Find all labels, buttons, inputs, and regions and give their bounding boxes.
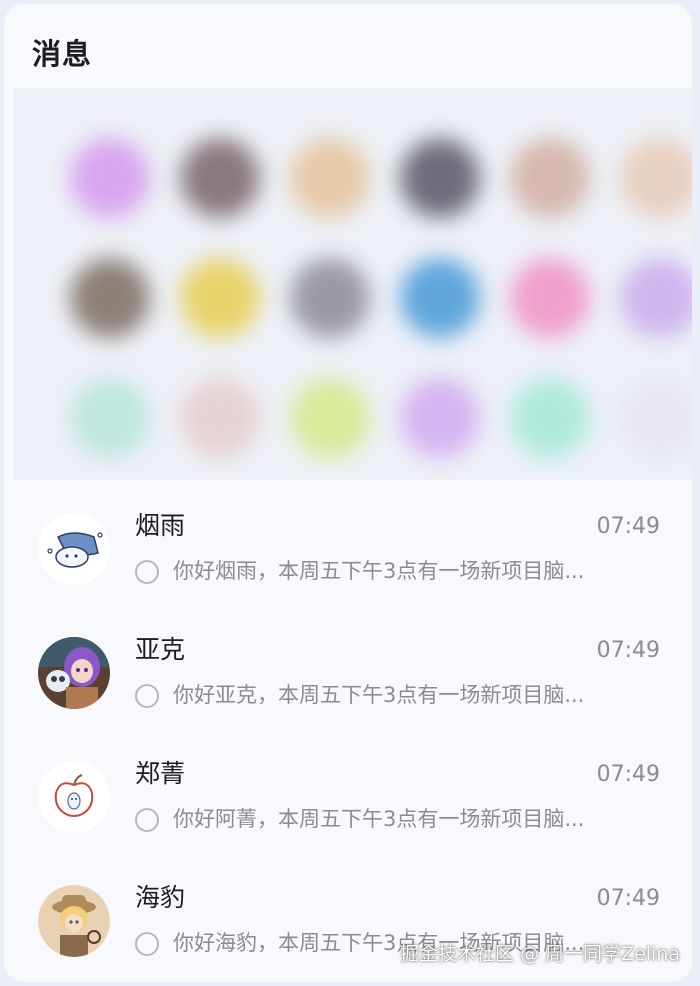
- message-time: 07:49: [596, 638, 660, 663]
- page-title: 消息: [32, 37, 93, 71]
- message-preview: 你好烟雨，本周五下午3点有一场新项目脑...: [173, 559, 585, 583]
- apple-ghost-avatar: [38, 761, 110, 833]
- explorer-girl-icon: [38, 885, 110, 957]
- message-preview: 你好亚克，本周五下午3点有一场新项目脑...: [173, 683, 585, 707]
- read-status-icon: [135, 560, 159, 584]
- anime-girl-avatar: [38, 637, 110, 709]
- contact-name: 海豹: [135, 883, 186, 912]
- blurred-contacts-grid: [14, 88, 692, 480]
- read-status-icon: [135, 808, 159, 832]
- apple-ghost-icon: [38, 761, 110, 833]
- contact-name: 亚克: [135, 635, 186, 664]
- message-time: 07:49: [596, 886, 660, 911]
- ghost-cloud-avatar: [38, 513, 110, 585]
- watermark: 掘金技术社区 @ 周一同学Zelina: [399, 943, 680, 965]
- anime-girl-icon: [38, 637, 110, 709]
- contact-name: 郑菁: [135, 759, 186, 788]
- contact-name: 烟雨: [135, 511, 186, 540]
- read-status-icon: [135, 684, 159, 708]
- explorer-girl-avatar: [38, 885, 110, 957]
- message-time: 07:49: [596, 762, 660, 787]
- read-status-icon: [135, 932, 159, 956]
- list-item-yanyu[interactable]: 烟雨 07:49 你好烟雨，本周五下午3点有一场新项目脑...: [4, 480, 692, 604]
- ghost-cloud-icon: [38, 513, 110, 585]
- message-preview: 你好阿菁，本周五下午3点有一场新项目脑...: [173, 807, 585, 831]
- list-item-zhengjing[interactable]: 郑菁 07:49 你好阿菁，本周五下午3点有一场新项目脑...: [4, 728, 692, 852]
- messages-panel: 消息 烟雨 07:49 你好烟雨，本周五下午3点有一场新项目脑... 亚克 07…: [4, 4, 692, 982]
- message-list: 烟雨 07:49 你好烟雨，本周五下午3点有一场新项目脑... 亚克 07:49…: [4, 480, 692, 976]
- list-item-yake[interactable]: 亚克 07:49 你好亚克，本周五下午3点有一场新项目脑...: [4, 604, 692, 728]
- message-time: 07:49: [596, 514, 660, 539]
